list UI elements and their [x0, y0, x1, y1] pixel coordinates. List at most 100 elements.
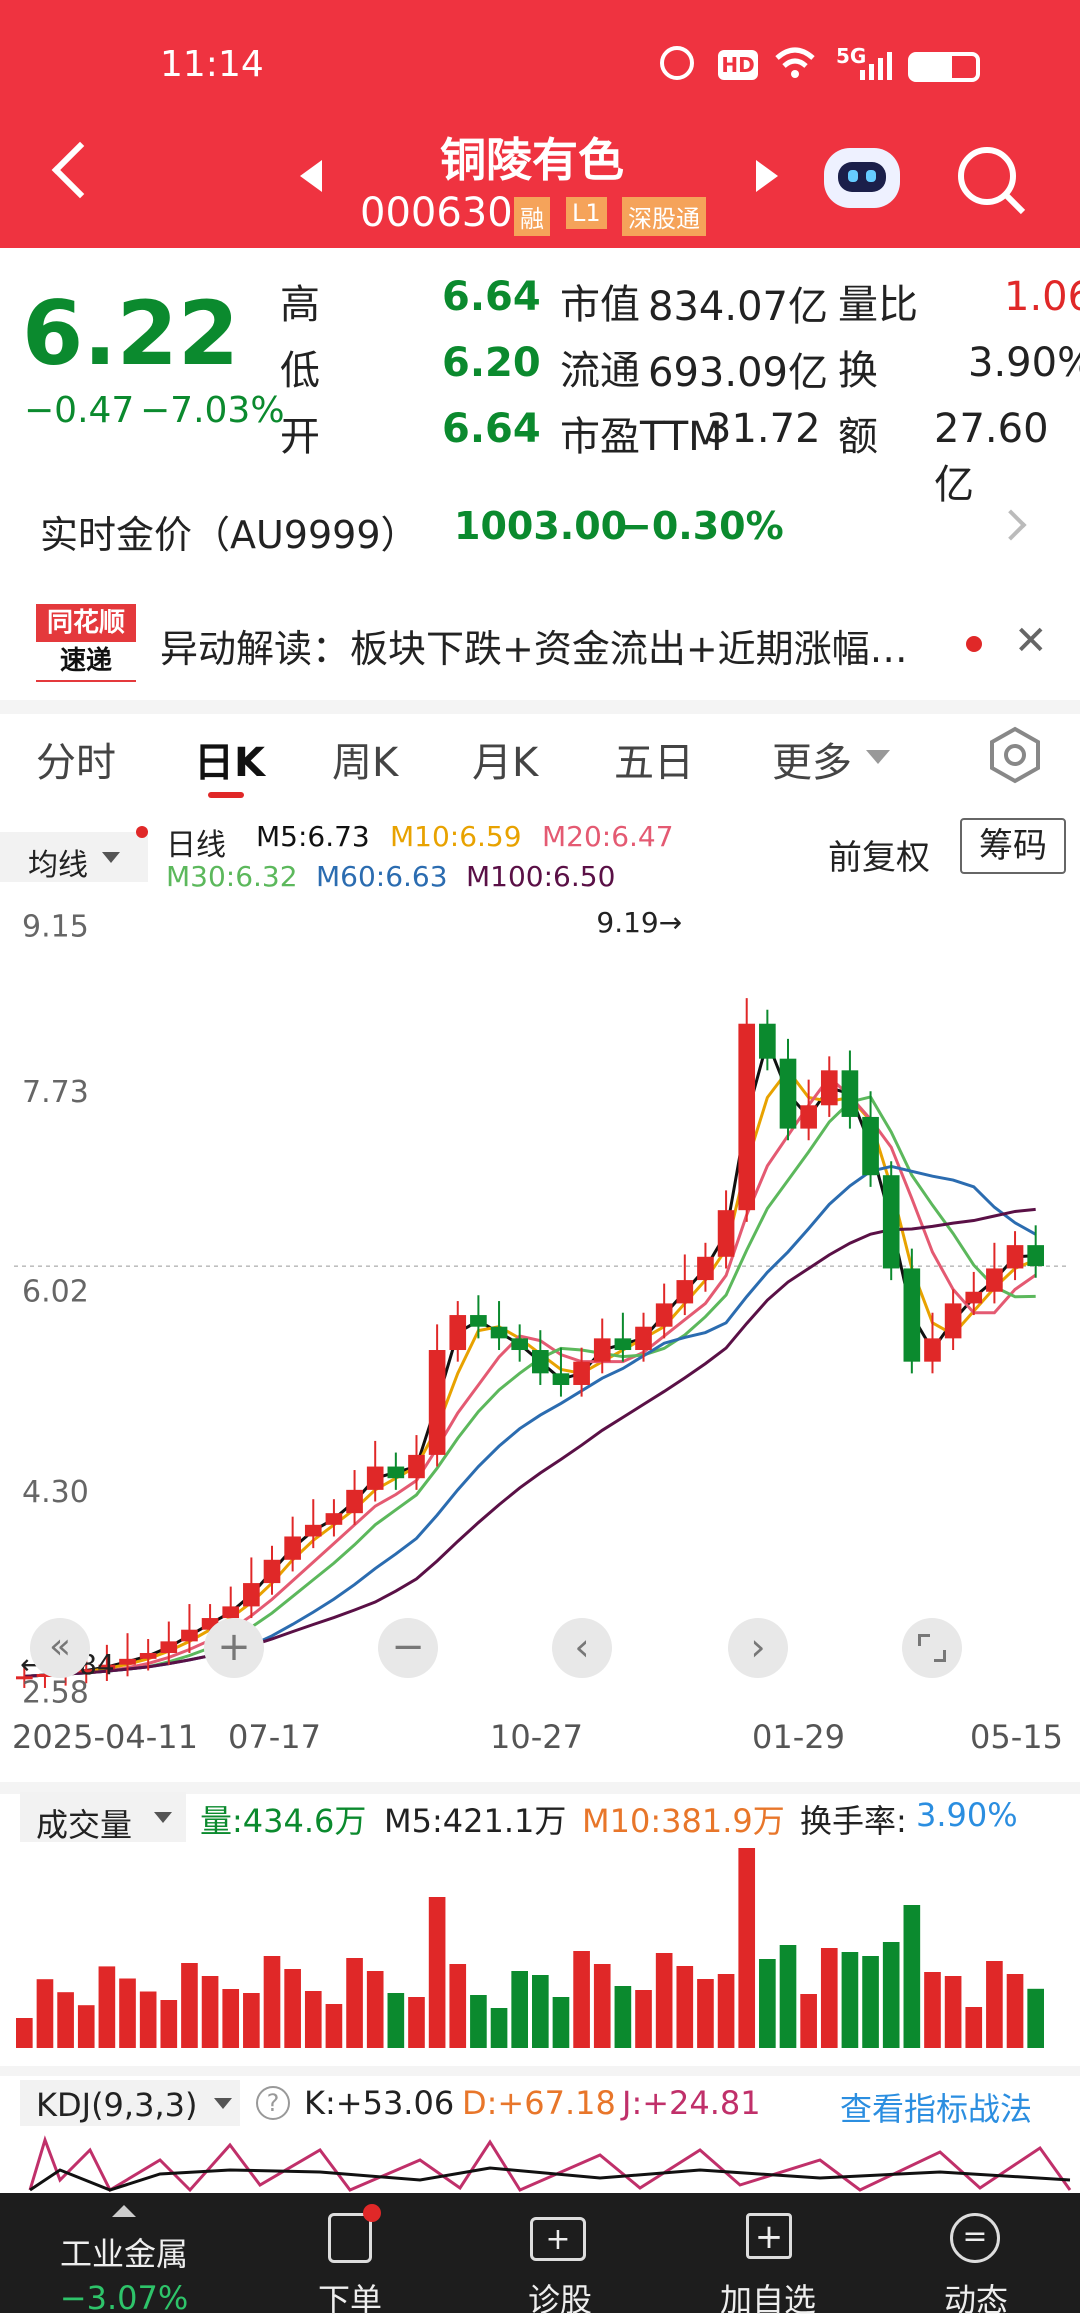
- volume-bar: [532, 1975, 549, 2048]
- robot-assistant-icon[interactable]: [824, 148, 900, 208]
- bottom-nav: 工业金属 −3.07% 下单 + 诊股 + 加自选 = 动态: [0, 2193, 1080, 2319]
- adjust-selector[interactable]: 前复权: [828, 830, 930, 879]
- candle: [655, 1303, 673, 1327]
- volume-bar: [201, 1976, 219, 2048]
- help-icon[interactable]: ?: [256, 2086, 290, 2120]
- open-label: 开: [280, 414, 320, 460]
- volume-bar: [738, 1848, 756, 2048]
- candle: [449, 1315, 467, 1351]
- tab-five-day[interactable]: 五日: [614, 730, 694, 788]
- candle: [924, 1338, 941, 1362]
- volume-bar: [779, 1945, 797, 2048]
- candle: [635, 1326, 652, 1351]
- volume-bar: [366, 1971, 384, 2048]
- nav-feed[interactable]: 动态: [876, 2275, 1076, 2321]
- scroll-left-icon[interactable]: «: [30, 1618, 90, 1678]
- candle: [119, 1658, 136, 1665]
- mcap-value: 834.07亿: [648, 284, 828, 330]
- pan-right-icon[interactable]: ›: [728, 1618, 788, 1678]
- candle: [965, 1291, 983, 1304]
- search-icon[interactable]: [955, 144, 1027, 216]
- volume-bar: [304, 1991, 322, 2048]
- volume-m10: M10:381.9万: [582, 1802, 785, 1840]
- candle: [1027, 1245, 1044, 1267]
- diagnose-icon[interactable]: +: [530, 2217, 586, 2261]
- zoom-out-icon[interactable]: −: [378, 1618, 438, 1678]
- header-bar: 11:14 HD 5G 铜陵有色 000630 融 L1 深股通: [0, 0, 1080, 248]
- volume-bar: [820, 1948, 838, 2048]
- candle: [800, 1105, 817, 1129]
- stock-name: 铜陵有色: [440, 133, 624, 187]
- x-tick-label: 10-27: [490, 1718, 583, 1756]
- volume-bar: [800, 1994, 817, 2048]
- zoom-in-icon[interactable]: +: [204, 1618, 264, 1678]
- volume-value: 量:434.6万: [200, 1802, 367, 1840]
- mcap-label: 市值: [560, 282, 640, 328]
- volume-bar: [676, 1966, 694, 2048]
- y-tick-label: 9.15: [22, 910, 89, 945]
- tab-more[interactable]: 更多: [772, 730, 852, 788]
- nav-add-watchlist[interactable]: 加自选: [668, 2275, 868, 2321]
- volume-bar: [181, 1963, 198, 2048]
- candle: [717, 1210, 735, 1257]
- chips-button[interactable]: 筹码: [960, 818, 1066, 874]
- kdj-selector[interactable]: KDJ(9,3,3): [20, 2080, 240, 2126]
- indicator-strategy-link[interactable]: 查看指标战法: [840, 2084, 1032, 2130]
- order-icon[interactable]: [328, 2204, 381, 2263]
- tab-intraday[interactable]: 分时: [36, 730, 116, 788]
- volume-bar: [490, 2008, 508, 2048]
- tab-monthly-k[interactable]: 月K: [472, 730, 538, 788]
- volume-bar: [882, 1942, 900, 2048]
- indicator-selector[interactable]: 均线: [0, 832, 148, 883]
- vol-ratio-label: 量比: [838, 282, 918, 328]
- candle: [181, 1629, 198, 1642]
- close-icon[interactable]: ✕: [1014, 618, 1048, 664]
- nav-sector[interactable]: 工业金属: [24, 2229, 224, 2275]
- ma10-label: M10:6.59: [390, 820, 522, 853]
- line-dot: [136, 826, 148, 838]
- settings-icon[interactable]: [986, 726, 1044, 784]
- tab-weekly-k[interactable]: 周K: [332, 730, 398, 788]
- y-tick-label: 7.73: [22, 1075, 89, 1110]
- candle: [470, 1315, 487, 1327]
- candle: [284, 1536, 301, 1560]
- pan-left-icon[interactable]: ‹: [552, 1618, 612, 1678]
- volume-bar: [222, 1989, 240, 2048]
- candle: [346, 1489, 363, 1514]
- gold-price-row[interactable]: 实时金价（AU9999） 1003.00 −0.30%: [0, 488, 1080, 568]
- vol-ratio-value: 1.06: [1004, 274, 1080, 320]
- nav-order[interactable]: 下单: [250, 2275, 450, 2321]
- volume-bar: [284, 1969, 301, 2048]
- fullscreen-icon[interactable]: [902, 1618, 962, 1678]
- news-banner[interactable]: 同花顺 速递 异动解读：板块下跌+资金流出+近期涨幅… ✕: [0, 592, 1080, 692]
- turnover-rate-value: 3.90%: [916, 1796, 1018, 1834]
- candle: [490, 1326, 508, 1339]
- ma-line-type: 日线: [166, 828, 226, 863]
- open-value: 6.64: [442, 406, 541, 452]
- volume-bar: [697, 1979, 714, 2048]
- volume-bar: [593, 1964, 611, 2048]
- unread-dot: [966, 636, 982, 652]
- high-mark-label: 9.19→: [596, 906, 682, 939]
- nav-diagnose[interactable]: 诊股: [460, 2275, 660, 2321]
- back-icon[interactable]: [51, 141, 109, 199]
- divider: [0, 2066, 1080, 2076]
- status-time: 11:14: [160, 44, 264, 85]
- gold-label: 实时金价（AU9999）: [40, 513, 419, 557]
- candle: [532, 1350, 549, 1374]
- feed-icon[interactable]: =: [950, 2213, 1000, 2263]
- volume-bar: [635, 1990, 652, 2048]
- candle: [387, 1466, 405, 1479]
- candle: [738, 1023, 756, 1211]
- volume-bar: [965, 2007, 983, 2048]
- prev-stock-icon[interactable]: [300, 160, 322, 192]
- x-tick-label: 07-17: [228, 1718, 321, 1756]
- next-stock-icon[interactable]: [756, 160, 778, 192]
- tab-daily-k[interactable]: 日K: [194, 730, 265, 788]
- add-watchlist-icon[interactable]: +: [746, 2213, 792, 2259]
- signal-icon: [860, 52, 892, 80]
- hd-icon: HD: [718, 50, 758, 80]
- volume-selector[interactable]: 成交量: [20, 1792, 186, 1844]
- volume-bar: [243, 1993, 260, 2048]
- expand-icon[interactable]: [112, 2205, 136, 2217]
